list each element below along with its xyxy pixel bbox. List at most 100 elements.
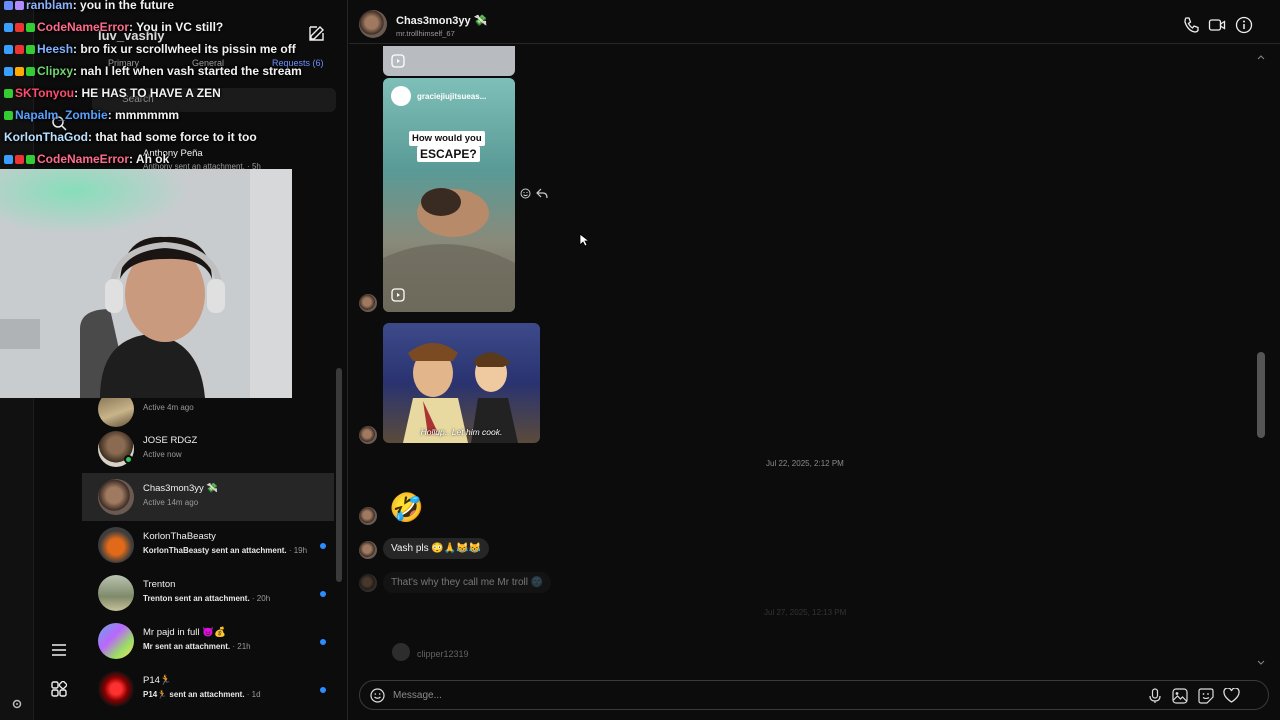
chat-text: : Ah ok xyxy=(129,152,170,166)
chat-badge xyxy=(4,1,13,11)
gif-caption: Hollup.. Let him cook. xyxy=(420,427,503,437)
preview-text: Trenton sent an attachment. xyxy=(143,594,250,603)
reel-attachment-partial[interactable] xyxy=(383,46,515,76)
list-item[interactable]: Mr pajd in full 😈💰 Mr sent an attachment… xyxy=(82,617,334,665)
gif-scene xyxy=(403,343,518,443)
conversation-preview: KorlonThaBeasty sent an attachment. · 19… xyxy=(143,546,307,555)
sender-avatar xyxy=(359,507,377,525)
chat-badge xyxy=(4,45,13,55)
chat-text: : that had some force to it too xyxy=(88,130,257,144)
reply-icon[interactable] xyxy=(536,188,548,199)
heart-icon[interactable] xyxy=(1223,688,1240,703)
avatar xyxy=(98,671,134,707)
message-bubble[interactable]: Vash pls 😳🙏😹😹 xyxy=(383,538,490,559)
chat-message: Napalm_Zombie: mmmmmm xyxy=(4,108,179,122)
conversation-status: Active now xyxy=(143,450,182,459)
settings-icon[interactable] xyxy=(11,698,23,710)
reel-account-avatar xyxy=(391,86,411,106)
preview-time: · 20h xyxy=(249,594,271,603)
avatar xyxy=(98,623,134,659)
menu-icon[interactable] xyxy=(51,643,67,657)
preview-time: · 19h xyxy=(286,546,308,555)
chat-text: : mmmmmm xyxy=(107,108,180,122)
conversation-name: Mr pajd in full 😈💰 xyxy=(143,627,226,638)
sender-avatar xyxy=(359,426,377,444)
list-item[interactable]: KorlonThaBeasty KorlonThaBeasty sent an … xyxy=(82,521,334,569)
chat-username: CodeNameError xyxy=(37,20,130,34)
sender-avatar xyxy=(359,294,377,312)
list-item[interactable]: Chas3mon3yy 💸 Active 14m ago xyxy=(82,473,334,521)
chat-username: KorlonThaGod xyxy=(4,130,88,144)
scroll-up-icon[interactable] xyxy=(1257,54,1265,60)
conversation-status: Active 4m ago xyxy=(143,403,194,412)
conversation-status: Active 14m ago xyxy=(143,498,199,507)
video-call-icon[interactable] xyxy=(1208,16,1226,34)
sender-avatar-faded xyxy=(392,643,410,661)
emoji-message: 🤣 xyxy=(389,492,424,523)
chat-text: : nah I left when vash started the strea… xyxy=(73,64,302,78)
chat-badge xyxy=(15,67,24,77)
timestamp: Jul 27, 2025, 12:13 PM xyxy=(764,608,847,617)
scroll-down-icon[interactable] xyxy=(1257,660,1265,666)
chat-username: Clipxy xyxy=(37,64,74,78)
webcam-image xyxy=(0,169,292,398)
chat-message: Heesh: bro fix ur scrollwheel its pissin… xyxy=(4,42,296,56)
phone-icon[interactable] xyxy=(1182,16,1200,34)
list-item[interactable]: JOSE RDGZ Active now xyxy=(82,425,334,473)
thread-header: Chas3mon3yy 💸 mr.trollhimself_67 xyxy=(349,0,1280,44)
image-icon[interactable] xyxy=(1172,688,1188,704)
chat-badge xyxy=(4,67,13,77)
info-icon[interactable] xyxy=(1235,16,1253,34)
gif-attachment[interactable]: Hollup.. Let him cook. xyxy=(383,323,540,443)
chat-username: ranblam xyxy=(26,0,73,12)
chat-badge xyxy=(26,45,35,55)
chat-text: : HE HAS TO HAVE A ZEN xyxy=(74,86,221,100)
reel-icon xyxy=(391,288,405,302)
apps-icon[interactable] xyxy=(51,681,67,697)
chat-badge xyxy=(15,1,24,11)
unread-dot xyxy=(320,639,326,645)
list-scrollbar[interactable] xyxy=(336,368,342,582)
chat-badge xyxy=(15,155,24,165)
reel-attachment[interactable]: graciejiujitsueas... How would you ESCAP… xyxy=(383,78,515,312)
chat-message: SKTonyou: HE HAS TO HAVE A ZEN xyxy=(4,86,221,100)
unread-dot xyxy=(320,591,326,597)
conversation-preview: Mr sent an attachment. · 21h xyxy=(143,642,251,651)
message-composer[interactable]: Message... xyxy=(359,680,1269,710)
emoji-picker-icon[interactable] xyxy=(370,688,385,703)
chat-text: : bro fix ur scrollwheel its pissin me o… xyxy=(73,42,296,56)
avatar xyxy=(98,575,134,611)
chat-badge xyxy=(26,67,35,77)
chat-username: CodeNameError xyxy=(37,152,130,166)
microphone-icon[interactable] xyxy=(1148,688,1162,704)
sender-avatar xyxy=(359,574,377,592)
list-item[interactable]: P14🏃 P14🏃 sent an attachment. · 1d xyxy=(82,665,334,713)
chat-badge xyxy=(4,23,13,33)
message-input[interactable]: Message... xyxy=(393,690,442,701)
avatar xyxy=(98,527,134,563)
conversation-preview: P14🏃 sent an attachment. · 1d xyxy=(143,690,261,699)
chat-message: Clipxy: nah I left when vash started the… xyxy=(4,64,302,78)
contact-name[interactable]: Chas3mon3yy 💸 xyxy=(396,14,487,27)
message-bubble[interactable]: That's why they call me Mr troll 🌚 xyxy=(383,572,552,593)
sticker-icon[interactable] xyxy=(1198,688,1214,704)
timestamp: Jul 22, 2025, 2:12 PM xyxy=(766,459,844,468)
react-emoji-icon[interactable] xyxy=(520,188,531,199)
chat-message: KorlonThaGod: that had some force to it … xyxy=(4,130,257,144)
chat-text: : You in VC still? xyxy=(129,20,224,34)
reel-account-name: graciejiujitsueas... xyxy=(417,92,487,101)
preview-text: P14🏃 sent an attachment. xyxy=(143,690,245,699)
conversation-name: Trenton xyxy=(143,579,176,590)
reel-caption-box-2: ESCAPE? xyxy=(417,146,480,162)
reel-caption-box: How would you xyxy=(409,131,485,146)
chat-badge xyxy=(26,23,35,33)
list-item[interactable]: Trenton Trenton sent an attachment. · 20… xyxy=(82,569,334,617)
thread-scrollbar[interactable] xyxy=(1257,352,1265,438)
contact-avatar[interactable] xyxy=(359,10,387,38)
unread-dot xyxy=(320,543,326,549)
chat-badge xyxy=(4,155,13,165)
unread-dot xyxy=(320,687,326,693)
conversation-name: KorlonThaBeasty xyxy=(143,531,216,542)
mouse-cursor-icon xyxy=(579,233,589,247)
chat-badge xyxy=(15,45,24,55)
